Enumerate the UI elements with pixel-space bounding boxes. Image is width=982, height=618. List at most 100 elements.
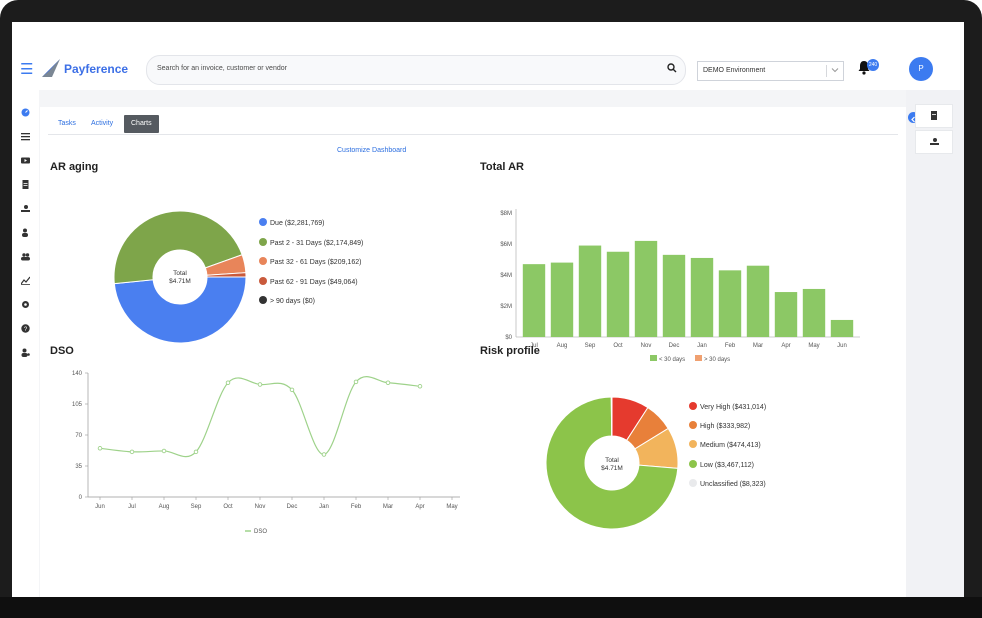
video-icon[interactable] <box>21 156 30 165</box>
ar-aging-center-title: Total <box>173 270 187 277</box>
x-tick-label: Jun <box>95 504 105 510</box>
x-tick-label: Feb <box>351 504 362 510</box>
users-icon[interactable] <box>21 252 30 261</box>
data-point[interactable] <box>353 379 359 385</box>
bar[interactable] <box>634 240 658 337</box>
help-icon[interactable]: ? <box>21 324 30 333</box>
bar[interactable] <box>774 292 798 337</box>
data-point[interactable] <box>417 384 423 389</box>
bar[interactable] <box>830 319 854 337</box>
data-point[interactable] <box>385 380 391 385</box>
risk-center-title: Total <box>605 457 619 464</box>
legend-label: Past 2 - 31 Days ($2,174,849) <box>270 239 364 247</box>
legend-label: Due ($2,281,769) <box>270 220 325 227</box>
brand-name[interactable]: Payference <box>64 62 128 76</box>
legend-label[interactable]: > 30 days <box>704 357 730 363</box>
bar[interactable] <box>802 288 826 337</box>
y-tick-label: 140 <box>72 371 83 377</box>
data-point[interactable] <box>257 382 263 387</box>
notification-badge[interactable]: 240 <box>867 59 879 71</box>
x-tick-label: Apr <box>781 343 790 349</box>
ar-aging-legend-item[interactable]: Past 32 - 61 Days ($209,162) <box>259 257 361 266</box>
data-point[interactable] <box>289 387 295 393</box>
document-icon[interactable] <box>21 180 30 189</box>
tab-charts[interactable]: Charts <box>124 115 159 133</box>
ar-aging-slice-0[interactable] <box>113 276 247 344</box>
rail-document-button[interactable] <box>915 104 953 128</box>
tab-activity[interactable]: Activity <box>91 115 113 133</box>
data-point[interactable] <box>321 452 327 457</box>
legend-swatch <box>695 355 702 361</box>
ar-aging-legend-item[interactable]: Past 2 - 31 Days ($2,174,849) <box>259 237 364 247</box>
dashboard-icon[interactable] <box>21 108 30 117</box>
data-point[interactable] <box>97 446 103 451</box>
legend-swatch <box>689 478 697 487</box>
sidebar: ? <box>12 90 39 597</box>
ar-aging-title: AR aging <box>50 161 99 173</box>
user-settings-icon[interactable] <box>21 348 30 357</box>
data-point[interactable] <box>225 380 231 385</box>
x-tick-label: Apr <box>415 504 424 510</box>
risk-slice-4[interactable] <box>610 396 613 437</box>
legend-label[interactable]: < 30 days <box>659 357 685 363</box>
menu-icon[interactable]: ☰ <box>20 62 33 77</box>
risk-legend-item[interactable]: High ($333,982) <box>689 421 750 430</box>
chevron-down-icon[interactable] <box>831 66 839 74</box>
legend-label: Past 62 - 91 Days ($49,064) <box>270 278 358 286</box>
ar-aging-legend-item[interactable]: > 90 days ($0) <box>259 296 315 305</box>
bar[interactable] <box>662 254 686 337</box>
search-input[interactable]: Search for an invoice, customer or vendo… <box>157 65 287 72</box>
y-tick-label: 35 <box>75 464 82 470</box>
tab-tasks[interactable]: Tasks <box>58 115 76 133</box>
ar-aging-legend-item[interactable]: Past 62 - 91 Days ($49,064) <box>259 276 358 286</box>
search-bar[interactable]: Search for an invoice, customer or vendo… <box>146 55 686 85</box>
x-tick-label: Oct <box>613 343 623 349</box>
y-tick-label: $2M <box>500 304 512 310</box>
bar[interactable] <box>606 251 630 337</box>
data-point[interactable] <box>193 449 199 455</box>
bar[interactable] <box>718 270 742 337</box>
top-bar: ☰ Payference Search for an invoice, cust… <box>12 22 964 90</box>
risk-legend-item[interactable]: Very High ($431,014) <box>689 402 766 411</box>
data-point[interactable] <box>129 449 135 455</box>
y-tick-label: $0 <box>505 335 512 341</box>
receive-payment-icon[interactable] <box>21 204 30 213</box>
ar-aging-center-value: $4.71M <box>169 278 191 285</box>
device-bezel-bottom <box>0 597 982 618</box>
avatar[interactable]: P <box>909 57 933 81</box>
y-tick-label: $6M <box>500 242 512 248</box>
chart-icon[interactable] <box>21 276 30 285</box>
risk-legend-item[interactable]: Low ($3,467,112) <box>689 459 754 469</box>
right-rail <box>906 90 964 597</box>
list-icon[interactable] <box>21 132 30 141</box>
bar[interactable] <box>522 264 546 337</box>
ar-aging-legend-item[interactable]: Due ($2,281,769) <box>259 218 324 227</box>
y-tick-label: 105 <box>72 402 83 408</box>
total-ar-bar-chart: $0$2M$4M$6M$8MJul Aug Sep Oct Nov Dec Jan Feb Ma… <box>500 209 860 363</box>
bar[interactable] <box>746 265 770 337</box>
legend-swatch <box>689 421 697 430</box>
customer-icon[interactable] <box>21 228 30 237</box>
legend-label[interactable]: DSO <box>254 529 267 535</box>
environment-select[interactable]: DEMO Environment <box>697 61 844 81</box>
bar[interactable] <box>550 262 574 337</box>
x-tick-label: Aug <box>159 504 170 510</box>
x-tick-label: Dec <box>287 504 298 510</box>
rail-payment-button[interactable] <box>915 130 953 154</box>
search-icon[interactable] <box>667 63 677 73</box>
x-tick-label: Nov <box>255 504 266 510</box>
bar[interactable] <box>690 257 714 337</box>
brand-logo-icon <box>42 59 60 77</box>
x-tick-label: Mar <box>383 504 393 510</box>
risk-legend-item[interactable]: Unclassified ($8,323) <box>689 478 766 488</box>
risk-legend-item[interactable]: Medium ($474,413) <box>689 440 761 449</box>
legend-swatch <box>259 296 267 304</box>
receive-payment-icon <box>930 138 939 145</box>
settings-icon[interactable] <box>21 300 30 309</box>
x-tick-label: Jan <box>319 504 329 510</box>
dso-line-chart: 0 35 70 105 140 Jun Jul Aug Sep Oct Nov Dec Jan Feb Ma… <box>72 371 460 535</box>
customize-dashboard-link[interactable]: Customize Dashboard <box>337 147 406 154</box>
bar[interactable] <box>578 245 602 337</box>
data-point[interactable] <box>161 448 167 454</box>
risk-center-label: Total $4.71M <box>592 457 632 473</box>
